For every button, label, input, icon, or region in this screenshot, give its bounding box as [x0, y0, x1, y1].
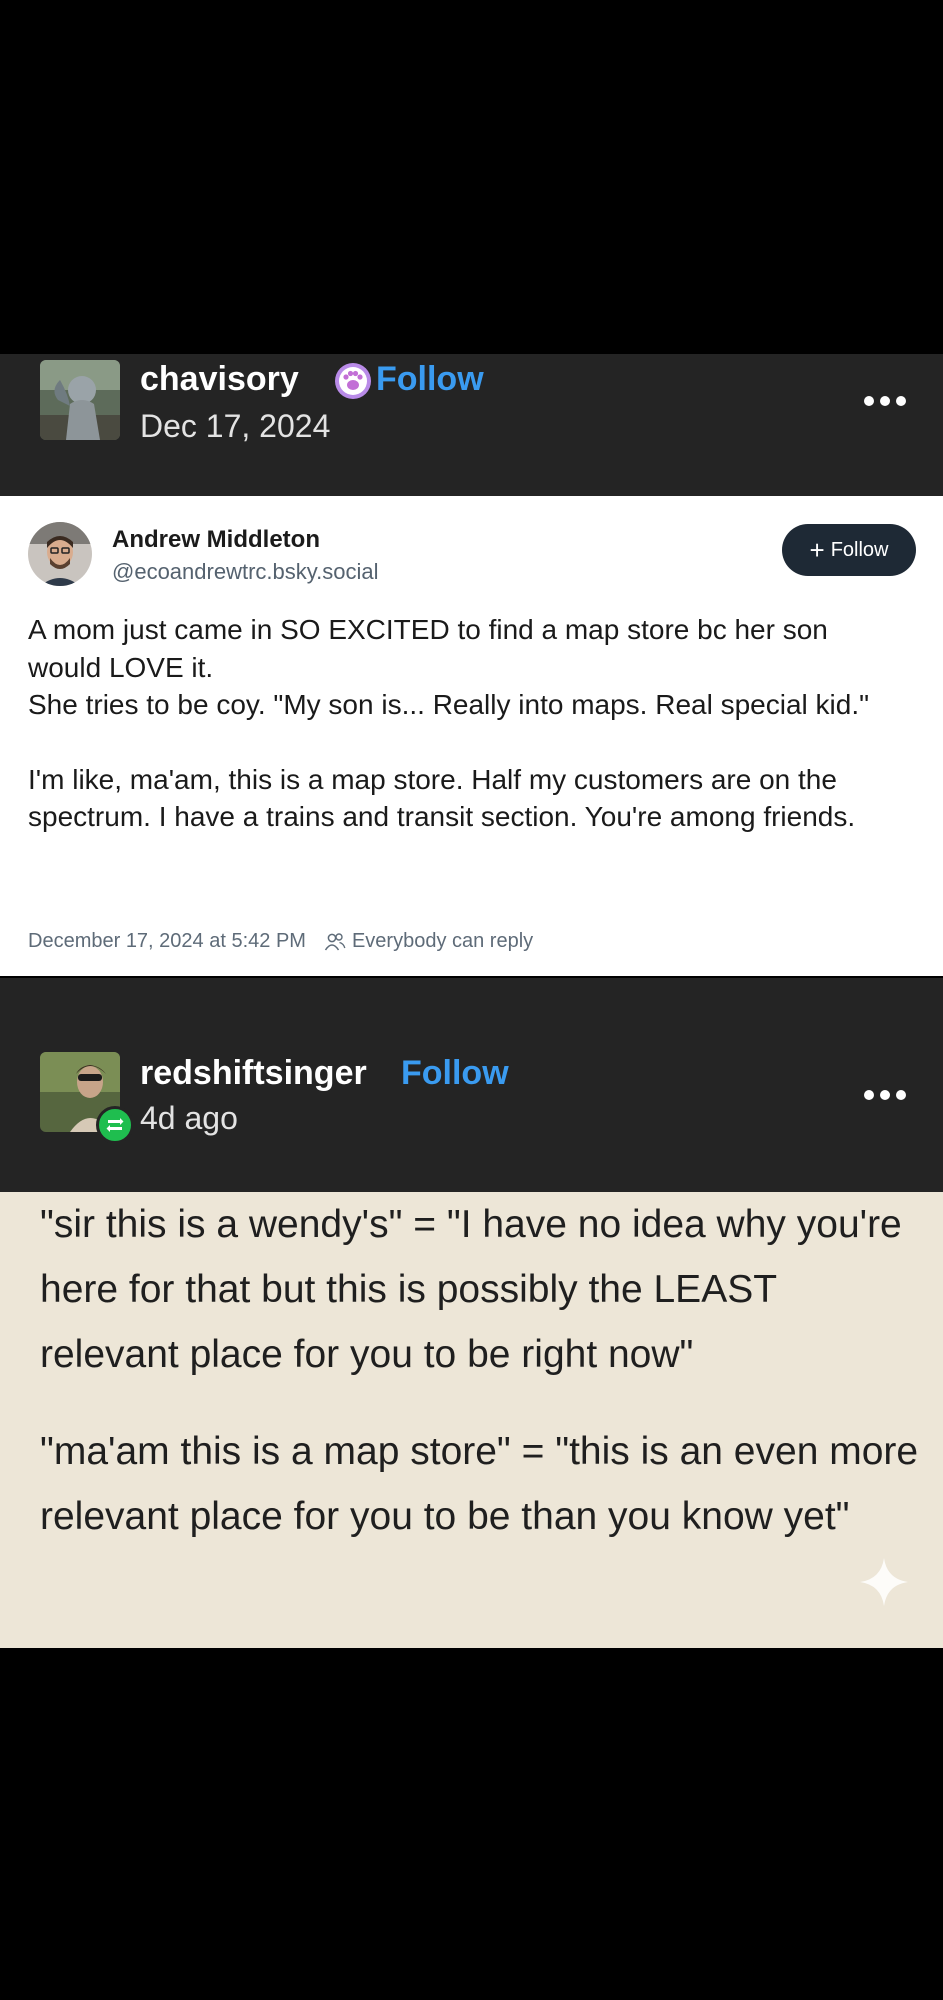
reply-body: "sir this is a wendy's" = "I have no ide…	[0, 1192, 943, 1648]
follow-button[interactable]: Follow	[376, 360, 484, 399]
follow-label: Follow	[830, 538, 889, 561]
post-time: 4d ago	[140, 1100, 238, 1136]
reply-paragraph-2: "ma'am this is a map store" = "this is a…	[40, 1430, 919, 1538]
reply-paragraph-1: "sir this is a wendy's" = "I have no ide…	[40, 1203, 902, 1376]
bottom-black-bar	[0, 1648, 943, 2000]
top-black-bar	[0, 0, 943, 354]
post-header-chavisory: chavisory Follow Dec 17, 2024	[0, 354, 943, 496]
people-icon	[324, 932, 346, 950]
more-options-icon[interactable]	[864, 1088, 908, 1102]
post-header-redshiftsinger: redshiftsinger Follow 4d ago	[0, 978, 943, 1192]
author-handle: @ecoandrewtrc.bsky.social	[112, 559, 379, 584]
paragraph-2: I'm like, ma'am, this is a map store. Ha…	[28, 763, 856, 833]
sparkle-icon	[860, 1558, 908, 1606]
follow-button[interactable]: Follow	[401, 1054, 509, 1093]
avatar	[28, 522, 92, 586]
username[interactable]: chavisory	[140, 360, 299, 399]
username[interactable]: redshiftsinger	[140, 1054, 367, 1093]
reply-text: "sir this is a wendy's" = "I have no ide…	[40, 1192, 920, 1549]
paragraph-1b: She tries to be coy. "My son is... Reall…	[28, 689, 870, 720]
paw-badge-icon	[334, 362, 372, 400]
avatar[interactable]	[40, 360, 120, 440]
more-options-icon[interactable]	[864, 394, 908, 408]
post-text: A mom just came in SO EXCITED to find a …	[28, 611, 908, 836]
timestamp: December 17, 2024 at 5:42 PM	[28, 930, 306, 952]
plus-icon: +	[809, 535, 825, 565]
post-meta: December 17, 2024 at 5:42 PM Everybody c…	[28, 930, 533, 953]
follow-button: + Follow	[782, 524, 916, 576]
reblog-badge-icon	[96, 1106, 134, 1144]
reply-setting: Everybody can reply	[351, 930, 534, 952]
paragraph-1a: A mom just came in SO EXCITED to find a …	[28, 614, 828, 683]
bluesky-post-card: Andrew Middleton @ecoandrewtrc.bsky.soci…	[0, 496, 943, 976]
author-name: Andrew Middleton	[112, 526, 320, 553]
post-date: Dec 17, 2024	[140, 408, 331, 444]
